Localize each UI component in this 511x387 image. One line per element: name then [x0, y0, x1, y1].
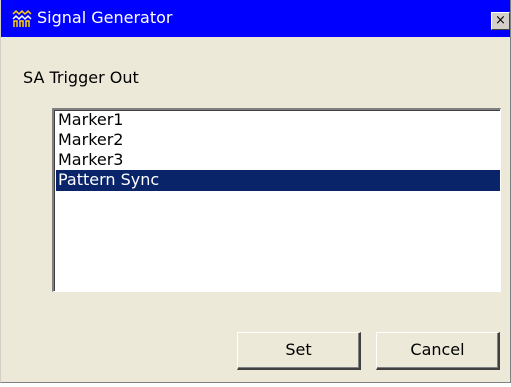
trigger-out-label: SA Trigger Out	[23, 68, 139, 87]
list-item-pattern-sync[interactable]: Pattern Sync	[56, 170, 500, 191]
window-title: Signal Generator	[37, 8, 173, 27]
signal-generator-icon	[11, 9, 33, 29]
title-bar[interactable]: Signal Generator ×	[1, 0, 510, 37]
close-button[interactable]: ×	[491, 12, 510, 30]
cancel-button[interactable]: Cancel	[376, 332, 500, 370]
list-item-marker2[interactable]: Marker2	[56, 130, 500, 151]
close-icon: ×	[495, 13, 506, 28]
list-item-marker3[interactable]: Marker3	[56, 150, 500, 171]
trigger-listbox[interactable]: Marker1 Marker2 Marker3 Pattern Sync	[52, 108, 501, 292]
list-item-marker1[interactable]: Marker1	[56, 110, 500, 131]
dialog-window: Signal Generator × SA Trigger Out Marker…	[0, 0, 511, 383]
set-button[interactable]: Set	[237, 332, 361, 370]
